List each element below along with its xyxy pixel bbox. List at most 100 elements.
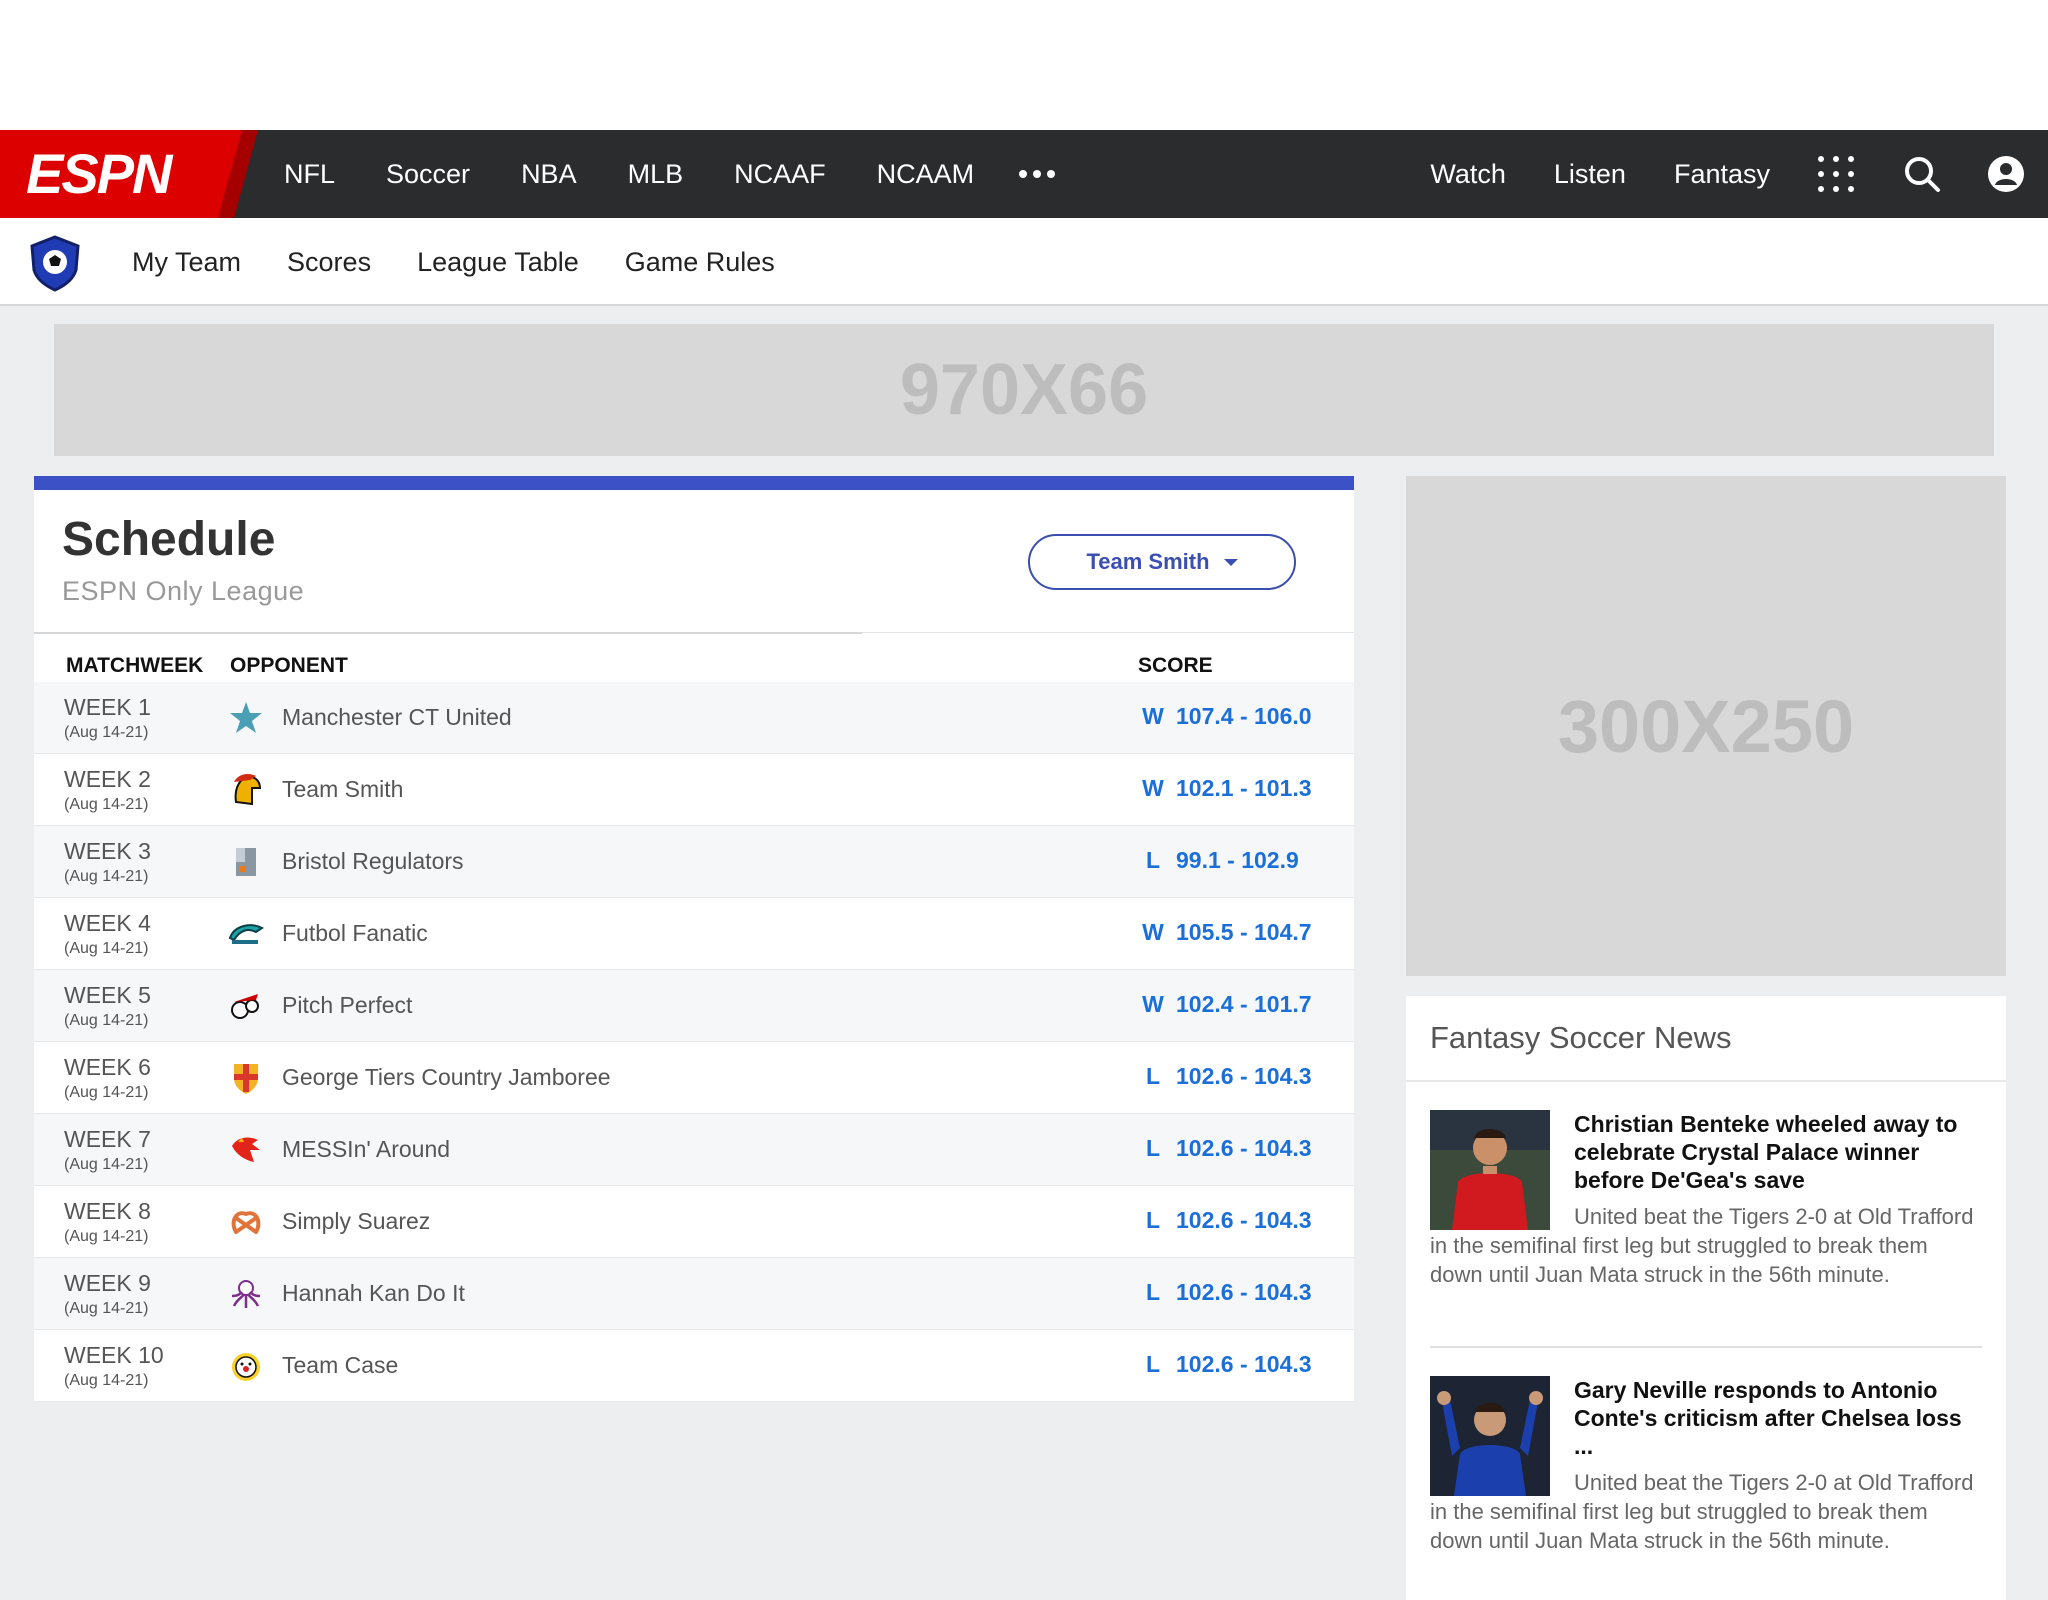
- opponent-name[interactable]: Bristol Regulators: [282, 848, 464, 875]
- score-link[interactable]: 102.4 - 101.7: [1176, 991, 1312, 1018]
- matchweek-dates: (Aug 14-21): [64, 1300, 149, 1317]
- news-story[interactable]: Gary Neville responds to Antonio Conte's…: [1430, 1376, 1982, 1555]
- ad-box[interactable]: 300X250: [1406, 476, 2006, 976]
- subnav-items: My Team Scores League Table Game Rules: [132, 218, 821, 306]
- account-icon[interactable]: [1986, 154, 2026, 194]
- opponent-name[interactable]: Simply Suarez: [282, 1208, 430, 1235]
- chevron-down-icon: [1223, 558, 1238, 566]
- star-icon: [228, 700, 264, 736]
- matchweek-dates: (Aug 14-21): [64, 1084, 149, 1101]
- nav-item-ncaaf[interactable]: NCAAF: [734, 159, 826, 190]
- nav-item-mlb[interactable]: MLB: [628, 159, 684, 190]
- nav-item-soccer[interactable]: Soccer: [386, 159, 470, 190]
- score-link[interactable]: 102.6 - 104.3: [1176, 1135, 1312, 1162]
- opponent-name[interactable]: Hannah Kan Do It: [282, 1280, 465, 1307]
- score-link[interactable]: 105.5 - 104.7: [1176, 919, 1312, 946]
- matchweek-dates: (Aug 14-21): [64, 1012, 149, 1029]
- nav-item-ncaam[interactable]: NCAAM: [877, 159, 975, 190]
- score-link[interactable]: 102.6 - 104.3: [1176, 1279, 1312, 1306]
- spartan-helmet-icon: [228, 772, 264, 808]
- column-header-opponent[interactable]: OPPONENT: [230, 654, 348, 678]
- utility-nav: Watch Listen Fantasy: [1430, 130, 2048, 218]
- ellipsis-icon[interactable]: [1019, 170, 1056, 178]
- card-accent-bar: [34, 476, 1354, 490]
- matchweek-dates: (Aug 14-21): [64, 1372, 149, 1389]
- matchweek-label: WEEK 5: [64, 982, 151, 1008]
- opponent-name[interactable]: Team Case: [282, 1352, 398, 1379]
- apps-grid-icon[interactable]: [1818, 156, 1854, 192]
- subnav-league-table[interactable]: League Table: [417, 247, 579, 278]
- table-row[interactable]: WEEK 6 (Aug 14-21) George Tiers Country Ja…: [34, 1042, 1354, 1114]
- matchweek-label: WEEK 3: [64, 838, 151, 864]
- pirate-icon: [228, 988, 264, 1024]
- league-name: ESPN Only League: [62, 576, 305, 606]
- subnav-game-rules[interactable]: Game Rules: [625, 247, 775, 278]
- rooster-icon: [228, 1132, 264, 1168]
- nav-item-nfl[interactable]: NFL: [284, 159, 335, 190]
- story-thumbnail[interactable]: [1430, 1110, 1550, 1230]
- table-row[interactable]: WEEK 9 (Aug 14-21) Hannah Kan Do It L 102.6 …: [34, 1258, 1354, 1330]
- matchweek-label: WEEK 6: [64, 1054, 151, 1080]
- score-link[interactable]: 102.6 - 104.3: [1176, 1207, 1312, 1234]
- score-link[interactable]: 99.1 - 102.9: [1176, 847, 1299, 874]
- result-badge: L: [1145, 1135, 1161, 1161]
- pretzel-icon: [228, 1204, 264, 1240]
- table-row[interactable]: WEEK 1 (Aug 14-21) Manchester CT United W 10…: [34, 682, 1354, 754]
- matchweek-label: WEEK 2: [64, 766, 151, 792]
- matchweek-dates: (Aug 14-21): [64, 940, 149, 957]
- table-row[interactable]: WEEK 10 (Aug 14-21) Team Case L 102.6 - 104.…: [34, 1330, 1354, 1402]
- ad-banner[interactable]: 970X66: [54, 324, 1994, 456]
- news-title: Fantasy Soccer News: [1430, 1020, 1732, 1055]
- team-select-dropdown[interactable]: Team Smith: [1028, 534, 1296, 590]
- table-row[interactable]: WEEK 7 (Aug 14-21) MESSIn' Around L 102.6 - …: [34, 1114, 1354, 1186]
- nav-item-listen[interactable]: Listen: [1554, 159, 1626, 190]
- nav-item-watch[interactable]: Watch: [1430, 159, 1506, 190]
- story-divider: [1430, 1346, 1982, 1348]
- clown-icon: [228, 1348, 264, 1384]
- story-thumbnail[interactable]: [1430, 1376, 1550, 1496]
- matchweek-label: WEEK 10: [64, 1342, 164, 1368]
- header-divider-light: [862, 632, 1354, 633]
- opponent-name[interactable]: Team Smith: [282, 776, 403, 803]
- top-whitespace: [0, 0, 2048, 130]
- score-link[interactable]: 107.4 - 106.0: [1176, 703, 1312, 730]
- team-select-label: Team Smith: [1086, 549, 1210, 574]
- matchweek-label: WEEK 7: [64, 1126, 151, 1152]
- search-icon[interactable]: [1902, 154, 1942, 194]
- nav-item-nba[interactable]: NBA: [521, 159, 577, 190]
- score-link[interactable]: 102.6 - 104.3: [1176, 1351, 1312, 1378]
- result-badge: W: [1142, 991, 1164, 1017]
- table-row[interactable]: WEEK 3 (Aug 14-21) Bristol Regulators L 99.1…: [34, 826, 1354, 898]
- cross-shield-icon: [228, 1060, 264, 1096]
- column-header-score[interactable]: SCORE: [1138, 654, 1213, 678]
- opponent-name[interactable]: MESSIn' Around: [282, 1136, 450, 1163]
- soccer-shield-icon[interactable]: [26, 234, 84, 297]
- opponent-name[interactable]: Futbol Fanatic: [282, 920, 428, 947]
- table-row[interactable]: WEEK 5 (Aug 14-21) Pitch Perfect W 102.4 - 1…: [34, 970, 1354, 1042]
- schedule-rows: WEEK 1 (Aug 14-21) Manchester CT United W 10…: [34, 682, 1354, 1402]
- nav-item-fantasy[interactable]: Fantasy: [1674, 159, 1770, 190]
- result-badge: W: [1142, 703, 1164, 729]
- opponent-name[interactable]: George Tiers Country Jamboree: [282, 1064, 611, 1091]
- table-row[interactable]: WEEK 4 (Aug 14-21) Futbol Fanatic W 105.5 - …: [34, 898, 1354, 970]
- result-badge: L: [1145, 1207, 1161, 1233]
- column-header-matchweek[interactable]: MATCHWEEK: [66, 654, 203, 678]
- score-link[interactable]: 102.1 - 101.3: [1176, 775, 1312, 802]
- result-badge: L: [1145, 847, 1161, 873]
- table-row[interactable]: WEEK 2 (Aug 14-21) Team Smith W 102.1 - 101.…: [34, 754, 1354, 826]
- table-row[interactable]: WEEK 8 (Aug 14-21) Simply Suarez L 102.6 - 1…: [34, 1186, 1354, 1258]
- opponent-name[interactable]: Manchester CT United: [282, 704, 512, 731]
- news-panel: Fantasy Soccer News Christian Benteke wh…: [1406, 996, 2006, 1600]
- story-headline[interactable]: Christian Benteke wheeled away to celebr…: [1574, 1110, 1984, 1194]
- news-story[interactable]: Christian Benteke wheeled away to celebr…: [1430, 1110, 1982, 1289]
- opponent-name[interactable]: Pitch Perfect: [282, 992, 412, 1019]
- news-divider: [1406, 1080, 2006, 1082]
- subnav-scores[interactable]: Scores: [287, 247, 371, 278]
- matchweek-label: WEEK 9: [64, 1270, 151, 1296]
- dolphin-icon: [228, 916, 264, 952]
- matchweek-dates: (Aug 14-21): [64, 1228, 149, 1245]
- story-headline[interactable]: Gary Neville responds to Antonio Conte's…: [1574, 1376, 1984, 1460]
- subnav-my-team[interactable]: My Team: [132, 247, 241, 278]
- score-link[interactable]: 102.6 - 104.3: [1176, 1063, 1312, 1090]
- octopus-icon: [228, 1276, 264, 1312]
